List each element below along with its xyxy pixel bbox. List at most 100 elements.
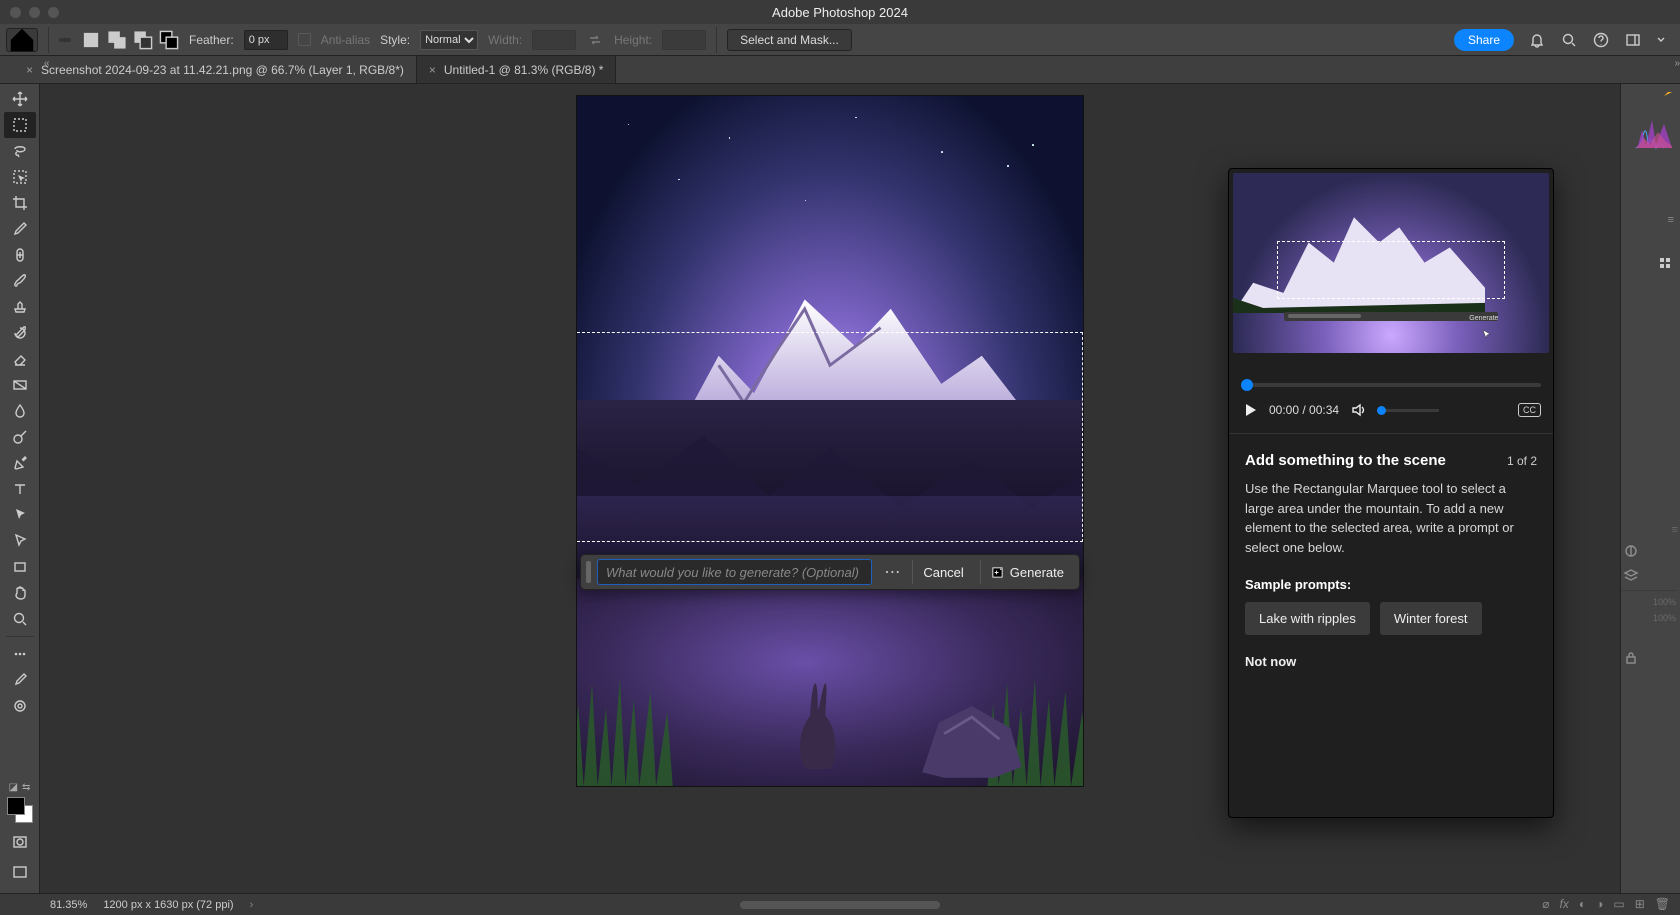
contextual-task-bar[interactable]: ⋯ Cancel Generate (580, 554, 1080, 590)
drag-handle-icon[interactable] (586, 561, 591, 583)
lock-icon[interactable] (1622, 649, 1640, 667)
volume-thumb[interactable] (1377, 406, 1386, 415)
crop-tool[interactable] (4, 190, 36, 216)
direct-selection-tool[interactable] (4, 528, 36, 554)
layer-mask-icon[interactable]: ◐ (1579, 897, 1586, 911)
volume-slider[interactable] (1377, 409, 1439, 412)
selection-add-icon[interactable] (107, 31, 127, 49)
move-tool[interactable] (4, 86, 36, 112)
tutorial-panel: ✕ Generate 00:00 / 00:34 CC (1228, 168, 1554, 818)
dodge-tool[interactable] (4, 424, 36, 450)
closed-captions-button[interactable]: CC (1518, 403, 1541, 417)
volume-icon[interactable] (1349, 401, 1367, 419)
separator (716, 27, 717, 53)
selection-intersect-icon[interactable] (159, 31, 179, 49)
document-tab[interactable]: × Untitled-1 @ 81.3% (RGB/8) * (417, 56, 617, 83)
properties-panel-icon[interactable] (1656, 254, 1674, 272)
color-swatches[interactable]: ◪⇆ (4, 776, 36, 893)
selection-new-icon[interactable] (81, 31, 101, 49)
sample-prompt-chip[interactable]: Lake with ripples (1245, 602, 1370, 635)
cancel-button[interactable]: Cancel (912, 560, 973, 584)
collapse-panels-icon[interactable]: » (1674, 58, 1680, 69)
clone-stamp-tool[interactable] (4, 294, 36, 320)
layers-panel-icon[interactable] (1622, 566, 1640, 584)
selection-subtract-icon[interactable] (133, 31, 153, 49)
play-icon[interactable] (1241, 401, 1259, 419)
generate-button[interactable]: Generate (980, 560, 1074, 584)
pen-tool[interactable] (4, 450, 36, 476)
zoom-level[interactable]: 81.35% (50, 899, 87, 911)
lasso-tool[interactable] (4, 138, 36, 164)
frame-tool[interactable] (4, 693, 36, 719)
collapse-toolbox-icon[interactable]: « (44, 58, 50, 69)
foreground-color-swatch[interactable] (7, 797, 25, 815)
eyedropper-tool[interactable] (4, 216, 36, 242)
sample-prompts-label: Sample prompts: (1245, 577, 1537, 592)
document-tab[interactable]: × Screenshot 2024-09-23 at 11.42.21.png … (14, 56, 417, 83)
home-button[interactable] (6, 28, 38, 52)
feather-input[interactable] (244, 30, 288, 50)
search-icon[interactable] (1560, 31, 1578, 49)
workspace-switcher-icon[interactable] (1624, 31, 1642, 49)
brush-tool[interactable] (4, 268, 36, 294)
close-tab-icon[interactable]: × (26, 63, 33, 77)
panel-menu-icon[interactable]: ≡ (1668, 214, 1674, 226)
generative-prompt-input[interactable] (597, 559, 872, 585)
new-layer-icon[interactable]: ⊞ (1635, 897, 1645, 911)
more-options-icon[interactable]: ⋯ (878, 562, 906, 582)
adjustment-layer-icon[interactable]: ◑ (1596, 897, 1603, 911)
zoom-tool[interactable] (4, 606, 36, 632)
tutorial-text: Use the Rectangular Marquee tool to sele… (1245, 479, 1537, 557)
sample-prompt-chip[interactable]: Winter forest (1380, 602, 1482, 635)
fill-value[interactable]: 100% (1622, 613, 1678, 623)
canvas-area[interactable]: ⋯ Cancel Generate ✕ Generate (40, 84, 1620, 893)
type-tool[interactable] (4, 476, 36, 502)
document-dimensions[interactable]: 1200 px x 1630 px (72 ppi) (103, 899, 233, 911)
video-generate-tag: Generate (1469, 315, 1498, 322)
delete-layer-icon[interactable]: 🗑 (1655, 897, 1670, 911)
titlebar: Adobe Photoshop 2024 (0, 0, 1680, 24)
video-progress-track[interactable] (1241, 383, 1541, 387)
opacity-value[interactable]: 100% (1622, 597, 1678, 607)
select-and-mask-button[interactable]: Select and Mask... (727, 29, 852, 51)
hand-tool[interactable] (4, 580, 36, 606)
chevron-down-icon[interactable] (1656, 31, 1666, 49)
swap-colors-icon[interactable]: ⇆ (22, 782, 30, 793)
document-tab-label: Screenshot 2024-09-23 at 11.42.21.png @ … (41, 63, 404, 77)
healing-brush-tool[interactable] (4, 242, 36, 268)
color-picker-tool[interactable] (4, 667, 36, 693)
group-icon[interactable]: ▭ (1613, 897, 1624, 911)
swap-dimensions-icon (586, 31, 604, 49)
chevron-right-icon[interactable]: › (250, 899, 254, 911)
not-now-button[interactable]: Not now (1245, 654, 1296, 669)
edit-toolbar-icon[interactable] (4, 641, 36, 667)
quick-mask-icon[interactable] (4, 829, 36, 855)
default-colors-icon[interactable]: ◪ (9, 782, 18, 793)
adjustments-panel-icon[interactable] (1622, 542, 1640, 560)
share-button[interactable]: Share (1454, 29, 1514, 51)
close-tab-icon[interactable]: × (429, 63, 436, 77)
rectangle-tool[interactable] (4, 554, 36, 580)
eraser-tool[interactable] (4, 346, 36, 372)
tool-preset-dropdown[interactable] (59, 38, 71, 42)
rectangular-marquee-tool[interactable] (4, 112, 36, 138)
notifications-icon[interactable] (1528, 31, 1546, 49)
screen-mode-icon[interactable] (4, 859, 36, 885)
document-canvas[interactable] (577, 96, 1083, 786)
panel-menu-icon[interactable]: ≡ (1622, 524, 1678, 536)
help-icon[interactable] (1592, 31, 1610, 49)
rock-icon (901, 695, 1043, 778)
selection-mode-group (81, 31, 179, 49)
horizontal-scrollbar[interactable] (740, 901, 940, 909)
video-progress-thumb[interactable] (1241, 379, 1253, 391)
object-selection-tool[interactable] (4, 164, 36, 190)
history-brush-tool[interactable] (4, 320, 36, 346)
histogram-thumbnail[interactable] (1634, 90, 1674, 150)
path-selection-tool[interactable] (4, 502, 36, 528)
link-layers-icon[interactable]: ⌀ (1542, 897, 1549, 911)
tutorial-video-thumbnail[interactable]: Generate (1233, 173, 1549, 353)
gradient-tool[interactable] (4, 372, 36, 398)
blur-tool[interactable] (4, 398, 36, 424)
layer-style-icon[interactable]: fx (1560, 897, 1569, 911)
style-select[interactable]: Normal (420, 30, 478, 50)
